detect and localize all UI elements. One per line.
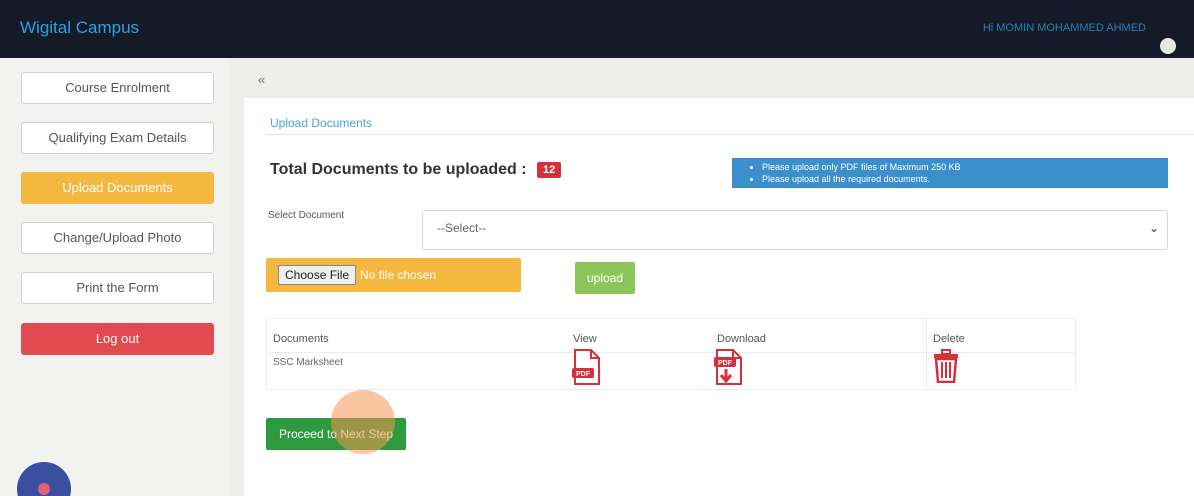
sidebar-item-print-form[interactable]: Print the Form — [21, 272, 214, 304]
upload-notice-box: Please upload only PDF files of Maximum … — [732, 158, 1168, 188]
sidebar-item-course-enrolment[interactable]: Course Enrolment — [21, 72, 214, 104]
documents-table: Documents View Download Delete SSC Marks… — [266, 318, 1076, 390]
trash-icon[interactable] — [932, 349, 960, 383]
sidebar: Course Enrolment Qualifying Exam Details… — [0, 58, 230, 496]
choose-file-button[interactable]: Choose File — [278, 265, 357, 285]
user-greeting[interactable]: Hi MOMIN MOHAMMED AHMED — [983, 22, 1146, 34]
total-count-badge: 12 — [537, 161, 562, 178]
no-file-chosen-text: No file chosen — [360, 268, 437, 282]
notice-item: Please upload only PDF files of Maximum … — [762, 161, 1168, 173]
sidebar-item-qualifying-exam[interactable]: Qualifying Exam Details — [21, 122, 214, 154]
chevron-down-icon: ⌄ — [1148, 221, 1159, 235]
select-document-value: --Select-- — [437, 221, 487, 235]
file-input-group: Choose File No file chosen — [266, 258, 521, 292]
tap-indicator — [331, 390, 395, 454]
brand-logo[interactable]: Wigital Campus — [20, 18, 139, 38]
panel-divider — [266, 134, 1194, 135]
sidebar-item-change-photo[interactable]: Change/Upload Photo — [21, 222, 214, 254]
fab-dot-icon — [38, 483, 50, 495]
table-column-divider — [926, 319, 927, 389]
column-header-documents: Documents — [273, 333, 329, 345]
total-documents-heading: Total Documents to be uploaded : 12 — [270, 161, 562, 179]
select-document-dropdown[interactable]: --Select-- ⌄ — [422, 210, 1168, 250]
upload-button[interactable]: upload — [575, 262, 635, 294]
panel-title: Upload Documents — [270, 116, 373, 130]
document-name-cell: SSC Marksheet — [273, 357, 344, 368]
notice-item: Please upload all the required documents… — [762, 173, 1168, 185]
svg-text:PDF: PDF — [576, 371, 591, 378]
top-navbar: Wigital Campus Hi MOMIN MOHAMMED AHMED — [0, 0, 1194, 58]
user-avatar[interactable] — [1160, 38, 1176, 54]
collapse-sidebar-icon[interactable]: « — [258, 72, 265, 87]
select-document-label: Select Document — [268, 210, 345, 221]
column-header-delete: Delete — [933, 333, 965, 345]
pdf-download-icon[interactable]: PDF — [713, 349, 745, 385]
svg-text:PDF: PDF — [718, 360, 733, 367]
column-header-download: Download — [717, 333, 766, 345]
logout-button[interactable]: Log out — [21, 323, 214, 355]
total-documents-label: Total Documents to be uploaded : — [270, 161, 527, 178]
column-header-view: View — [573, 333, 597, 345]
pdf-icon[interactable]: PDF — [571, 349, 603, 385]
sidebar-item-upload-documents[interactable]: Upload Documents — [21, 172, 214, 204]
